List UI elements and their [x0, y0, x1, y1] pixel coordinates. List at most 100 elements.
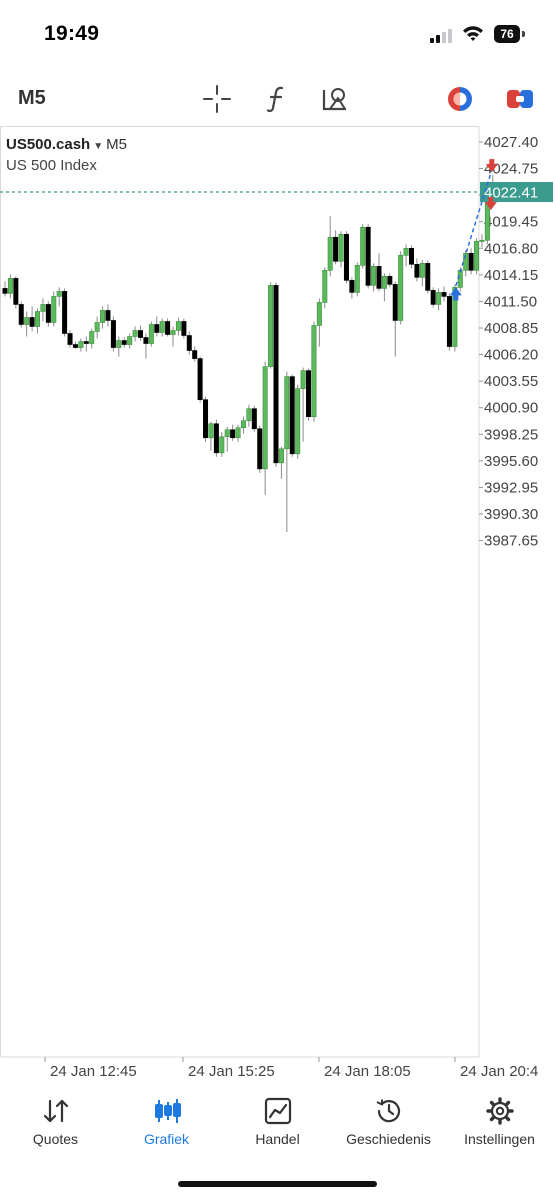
- chart-plot-frame: [0, 126, 480, 1058]
- y-tick-label: 3998.25: [484, 426, 538, 443]
- y-tick-label: 4008.85: [484, 320, 538, 337]
- candle-body: [365, 226, 371, 286]
- y-tick-label: 3992.95: [484, 479, 538, 496]
- nav-label: Instellingen: [464, 1131, 535, 1147]
- candle-body: [40, 304, 46, 312]
- nav-instellingen[interactable]: Instellingen: [444, 1088, 555, 1158]
- cellular-signal-icon: [430, 27, 456, 43]
- candle-body: [446, 296, 452, 347]
- candle-body: [343, 233, 349, 281]
- candle-body: [360, 226, 366, 266]
- candle-body: [170, 330, 176, 335]
- candle-body: [262, 366, 268, 470]
- nav-grafiek[interactable]: Grafiek: [111, 1088, 222, 1158]
- candle-body: [35, 311, 41, 327]
- candle-body: [67, 333, 73, 345]
- x-tick-label: 24 Jan 15:25: [188, 1063, 275, 1080]
- candle-body: [430, 290, 436, 305]
- chart-candles-icon: [154, 1099, 181, 1123]
- candle-body: [13, 278, 19, 305]
- candle-body: [29, 317, 35, 327]
- candle-body: [72, 344, 78, 348]
- x-tick-label: 24 Jan 20:4: [460, 1063, 538, 1080]
- nav-label: Handel: [255, 1131, 300, 1147]
- candle-body: [127, 336, 133, 345]
- nav-handel[interactable]: Handel: [222, 1088, 333, 1158]
- candle-body: [376, 266, 382, 289]
- candle-body: [311, 325, 317, 418]
- candle-body: [100, 310, 106, 323]
- candle-body: [338, 233, 344, 262]
- candle-body: [468, 252, 474, 271]
- one-click-trading-icon[interactable]: [445, 84, 475, 114]
- candle-body: [110, 320, 116, 348]
- symbol-dropdown-icon[interactable]: ▼: [93, 141, 103, 152]
- candle-body: [441, 292, 447, 297]
- candle-body: [197, 358, 203, 400]
- candle-body: [479, 239, 485, 242]
- settings-gear-icon: [485, 1097, 514, 1125]
- candle-body: [235, 427, 241, 439]
- y-tick-label: 4003.55: [484, 373, 538, 390]
- candle-body: [121, 340, 127, 345]
- price-chart[interactable]: 4027.404024.754022.104019.454016.804014.…: [0, 126, 555, 1086]
- candle-body: [398, 254, 404, 321]
- candle-body: [268, 285, 274, 367]
- candle-body: [181, 321, 187, 336]
- chart-timeframe: M5: [106, 136, 127, 153]
- candle-body: [327, 236, 333, 271]
- indicators-function-icon[interactable]: [262, 84, 292, 114]
- crosshair-icon[interactable]: [202, 84, 232, 114]
- candle-body: [414, 264, 420, 278]
- candle-body: [224, 429, 230, 438]
- nav-quotes[interactable]: Quotes: [0, 1088, 111, 1158]
- candle-body: [213, 423, 219, 454]
- battery-cap-icon: [522, 31, 525, 37]
- drawing-objects-icon[interactable]: [320, 84, 350, 114]
- candle-body: [419, 263, 425, 278]
- chart-symbol-description: US 500 Index: [6, 157, 97, 174]
- y-tick-label: 3987.65: [484, 533, 538, 550]
- candle-body: [24, 317, 30, 325]
- candle-body: [148, 324, 154, 344]
- candle-body: [381, 276, 387, 289]
- candle-body: [62, 291, 68, 334]
- candlestick-chart[interactable]: 4027.404024.754022.104019.454016.804014.…: [0, 126, 555, 1086]
- candle-body: [284, 376, 290, 450]
- candle-body: [186, 335, 192, 351]
- candle-body: [219, 436, 225, 454]
- chart-symbol-header[interactable]: US500.cash ▼ M5: [6, 136, 127, 153]
- status-bar: 19:49 76: [0, 0, 555, 70]
- candle-body: [116, 340, 122, 348]
- y-tick-label: 4014.15: [484, 267, 538, 284]
- candle-body: [7, 278, 13, 294]
- quotes-arrows-icon: [43, 1099, 68, 1123]
- candle-body: [51, 296, 57, 323]
- candle-body: [408, 247, 414, 265]
- candle-body: [132, 330, 138, 337]
- candle-body: [203, 399, 209, 439]
- y-tick-label: 4027.40: [484, 134, 538, 151]
- trade-chart-icon: [264, 1097, 291, 1125]
- nav-geschiedenis[interactable]: Geschiedenis: [333, 1088, 444, 1158]
- candle-body: [403, 247, 409, 256]
- candle-body: [18, 304, 24, 325]
- y-tick-label: 4016.80: [484, 240, 538, 257]
- candle-body: [83, 341, 89, 344]
- new-order-icon[interactable]: [505, 84, 535, 114]
- candle-body: [138, 330, 144, 338]
- x-tick-label: 24 Jan 12:45: [50, 1063, 137, 1080]
- y-tick-label: 4011.50: [484, 293, 537, 310]
- chart-symbol[interactable]: US500.cash: [6, 136, 90, 153]
- candle-body: [154, 324, 160, 333]
- candle-body: [257, 428, 263, 470]
- candle-body: [306, 370, 312, 418]
- y-tick-label: 4006.20: [484, 347, 538, 364]
- candle-body: [474, 240, 480, 271]
- candle-body: [143, 337, 149, 344]
- y-tick-label: 4000.90: [484, 400, 538, 417]
- bottom-navigation: Quotes Grafiek Handel Geschiedenis Inste…: [0, 1088, 555, 1158]
- candle-body: [159, 321, 165, 333]
- timeframe-selector[interactable]: M5: [18, 87, 46, 110]
- candle-body: [45, 304, 51, 323]
